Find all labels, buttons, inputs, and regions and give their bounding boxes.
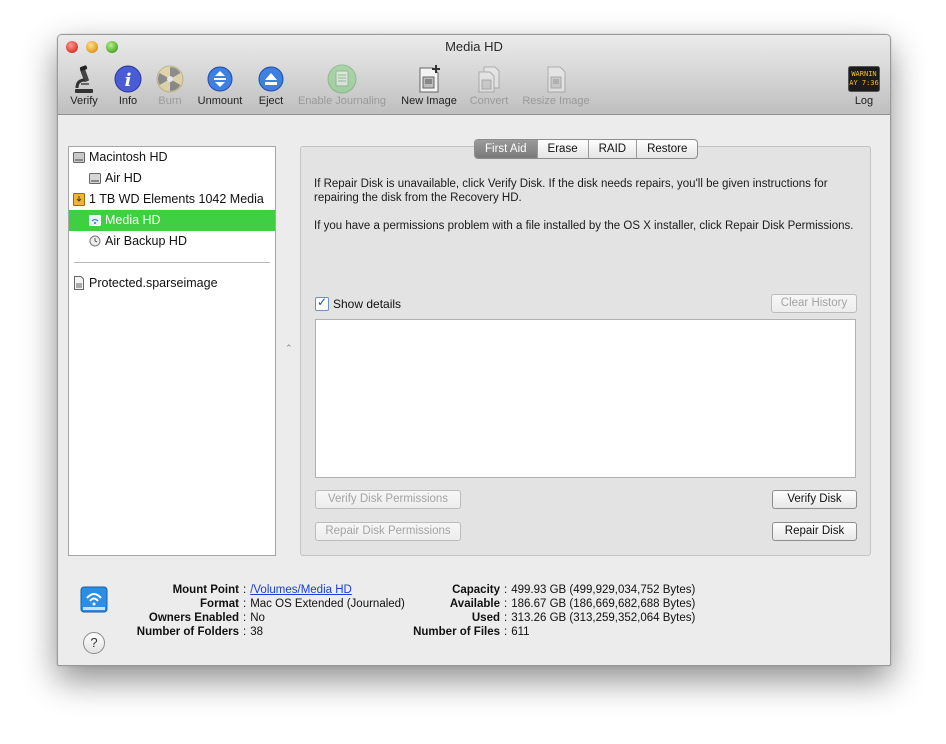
repair-disk-button[interactable]: Repair Disk	[772, 522, 857, 541]
toolbar-info[interactable]: i Info	[110, 64, 146, 110]
volume-icon	[89, 171, 101, 185]
tab-restore[interactable]: Restore	[636, 140, 697, 158]
split-view-handle[interactable]: ⌃	[285, 343, 293, 354]
sidebar-item-macintosh-hd[interactable]: Macintosh HD	[73, 147, 168, 167]
journal-icon	[326, 64, 358, 94]
sidebar-item-air-backup-hd[interactable]: Air Backup HD	[89, 231, 187, 251]
tab-first-aid[interactable]: First Aid	[475, 140, 537, 158]
svg-text:WARNIN: WARNIN	[851, 70, 876, 78]
repair-disk-instructions: If Repair Disk is unavailable, click Ver…	[314, 178, 828, 204]
microscope-icon	[68, 64, 100, 94]
toolbar-log[interactable]: WARNIN AY 7:36 Log	[844, 64, 884, 110]
sidebar-item-air-hd[interactable]: Air HD	[89, 168, 142, 188]
verify-disk-permissions-button[interactable]: Verify Disk Permissions	[315, 490, 461, 509]
checkbox-checked-icon	[315, 295, 329, 311]
tab-bar: First Aid Erase RAID Restore	[474, 139, 699, 159]
toolbar-unmount[interactable]: Unmount	[192, 64, 248, 110]
verify-disk-button[interactable]: Verify Disk	[772, 490, 857, 509]
tab-erase[interactable]: Erase	[536, 140, 588, 158]
toolbar-verify[interactable]: Verify	[64, 64, 104, 110]
help-button[interactable]: ?	[83, 632, 105, 654]
radiation-icon	[154, 64, 186, 94]
wifi-drive-icon	[80, 585, 108, 615]
clear-history-button[interactable]: Clear History	[771, 294, 857, 313]
resize-image-icon	[540, 64, 572, 94]
svg-text:AY 7:36: AY 7:36	[849, 79, 879, 87]
tab-raid[interactable]: RAID	[587, 140, 636, 158]
title-bar: Media HD Verify i Info Burn Unmount Ejec…	[58, 35, 890, 115]
mount-point-link[interactable]: /Volumes/Media HD	[250, 583, 352, 597]
toolbar-burn[interactable]: Burn	[152, 64, 188, 110]
new-image-icon	[413, 64, 445, 94]
toolbar-eject[interactable]: Eject	[254, 64, 288, 110]
show-details-checkbox[interactable]: Show details	[315, 295, 401, 311]
details-log-area[interactable]	[315, 319, 856, 478]
sidebar-item-media-hd[interactable]: Media HD	[89, 210, 161, 230]
unmount-icon	[204, 64, 236, 94]
toolbar-resize-image[interactable]: Resize Image	[516, 64, 596, 110]
repair-disk-permissions-button[interactable]: Repair Disk Permissions	[315, 522, 461, 541]
permissions-instructions: If you have a permissions problem with a…	[314, 220, 854, 232]
first-aid-panel: First Aid Erase RAID Restore If Repair D…	[300, 139, 871, 556]
sidebar-separator	[74, 262, 270, 266]
disk-utility-window: Media HD Verify i Info Burn Unmount Ejec…	[57, 34, 891, 666]
disk-image-icon	[73, 276, 85, 290]
toolbar-new-image[interactable]: New Image	[396, 64, 462, 110]
window-title: Media HD	[445, 39, 503, 54]
disk-sidebar[interactable]: Macintosh HD Air HD 1 TB WD Elements 104…	[68, 146, 276, 556]
log-icon: WARNIN AY 7:36	[848, 64, 880, 94]
convert-icon	[473, 64, 505, 94]
eject-icon	[255, 64, 287, 94]
svg-text:i: i	[125, 70, 132, 91]
volume-info-right: Capacity:499.93 GB (499,929,034,752 Byte…	[413, 584, 696, 638]
external-drive-icon	[73, 192, 85, 206]
hard-drive-icon	[73, 150, 85, 164]
info-icon: i	[112, 64, 144, 94]
toolbar-convert[interactable]: Convert	[466, 64, 512, 110]
wifi-volume-icon	[89, 213, 101, 227]
sidebar-item-wd-elements[interactable]: 1 TB WD Elements 1042 Media	[73, 189, 264, 209]
toolbar-enable-journaling[interactable]: Enable Journaling	[294, 64, 390, 110]
volume-info-left: Mount Point:/Volumes/Media HD Format: Mac…	[136, 583, 405, 638]
backup-volume-icon	[89, 234, 101, 248]
sidebar-item-protected-sparseimage[interactable]: Protected.sparseimage	[73, 273, 218, 293]
